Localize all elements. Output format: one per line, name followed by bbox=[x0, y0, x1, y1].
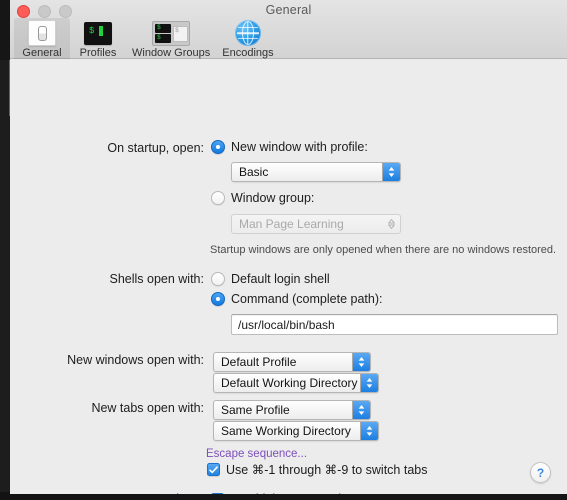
chevron-updown-icon bbox=[352, 401, 370, 419]
startup-window-group-radio-row[interactable]: Window group: bbox=[211, 191, 314, 205]
new-windows-profile-popup-value: Default Profile bbox=[221, 355, 297, 369]
toolbar-tab-encodings[interactable]: Encodings bbox=[216, 18, 279, 61]
radio-window-group[interactable] bbox=[211, 191, 225, 205]
radio-new-window-with-profile[interactable] bbox=[211, 140, 225, 154]
startup-profile-popup[interactable]: Basic bbox=[231, 162, 401, 182]
window-titlebar: General General $ Profiles $ $ $ Window … bbox=[10, 0, 567, 61]
new-windows-directory-popup[interactable]: Default Working Directory bbox=[213, 373, 379, 393]
switch-tabs-checkbox-row[interactable]: Use ⌘-1 through ⌘-9 to switch tabs bbox=[207, 462, 427, 477]
checkbox-use-cmd-1-through-9[interactable] bbox=[207, 463, 220, 476]
toolbar-tab-profiles[interactable]: $ Profiles bbox=[70, 18, 126, 61]
new-tabs-profile-popup-value: Same Profile bbox=[221, 403, 290, 417]
terminal-preferences-window: General General $ Profiles $ $ $ Window … bbox=[10, 0, 567, 494]
new-tabs-profile-popup[interactable]: Same Profile bbox=[213, 400, 371, 420]
shell-command-input-value: /usr/local/bin/bash bbox=[238, 317, 335, 332]
pointer-checkbox-row[interactable]: Use high-contrast I beam bbox=[211, 492, 370, 494]
shell-command-input[interactable]: /usr/local/bin/bash bbox=[231, 314, 558, 335]
new-tabs-directory-popup[interactable]: Same Working Directory bbox=[213, 421, 379, 441]
checkbox-high-contrast-i-beam-label: Use high-contrast I beam bbox=[230, 492, 370, 494]
radio-window-group-label: Window group: bbox=[231, 191, 315, 205]
general-window-icon bbox=[20, 20, 64, 46]
help-button[interactable]: ? bbox=[530, 462, 551, 483]
terminal-icon: $ bbox=[76, 20, 120, 46]
new-tabs-directory-popup-value: Same Working Directory bbox=[221, 424, 351, 438]
startup-label: On startup, open: bbox=[107, 141, 204, 155]
new-windows-directory-popup-value: Default Working Directory bbox=[221, 376, 358, 390]
globe-icon bbox=[222, 20, 273, 46]
startup-note: Startup windows are only opened when the… bbox=[210, 244, 557, 256]
startup-window-group-popup[interactable]: Man Page Learning bbox=[231, 214, 401, 234]
radio-default-login-shell-label: Default login shell bbox=[231, 272, 330, 286]
chevron-updown-icon-disabled bbox=[383, 215, 400, 233]
new-windows-label: New windows open with: bbox=[67, 353, 204, 367]
chevron-updown-icon bbox=[360, 374, 378, 392]
shells-default-login-radio-row[interactable]: Default login shell bbox=[211, 272, 330, 286]
startup-window-group-popup-value: Man Page Learning bbox=[239, 217, 344, 231]
new-tabs-label: New tabs open with: bbox=[91, 401, 204, 415]
radio-new-window-with-profile-label: New window with profile: bbox=[231, 140, 368, 154]
startup-new-window-radio-row[interactable]: New window with profile: bbox=[211, 140, 368, 154]
help-button-glyph: ? bbox=[536, 465, 545, 480]
shells-label: Shells open with: bbox=[109, 272, 204, 286]
startup-profile-popup-value: Basic bbox=[239, 165, 269, 179]
preferences-toolbar: General $ Profiles $ $ $ Window Groups E… bbox=[14, 18, 280, 61]
toolbar-tab-window-groups[interactable]: $ $ $ Window Groups bbox=[126, 18, 216, 61]
checkbox-use-cmd-1-through-9-label: Use ⌘-1 through ⌘-9 to switch tabs bbox=[226, 463, 428, 477]
radio-default-login-shell[interactable] bbox=[211, 272, 225, 286]
window-groups-icon: $ $ $ bbox=[132, 20, 210, 46]
window-title: General bbox=[265, 3, 312, 17]
chevron-updown-icon bbox=[360, 422, 378, 440]
radio-command-complete-path-label: Command (complete path): bbox=[231, 292, 383, 306]
radio-command-complete-path[interactable] bbox=[211, 292, 225, 306]
new-windows-profile-popup[interactable]: Default Profile bbox=[213, 352, 371, 372]
general-preferences-pane: On startup, open: New window with profil… bbox=[10, 59, 567, 494]
chevron-updown-icon bbox=[352, 353, 370, 371]
toolbar-tab-general[interactable]: General bbox=[14, 18, 70, 61]
chevron-updown-icon bbox=[382, 163, 400, 181]
escape-sequence-link[interactable]: Escape sequence... bbox=[206, 444, 307, 462]
checkbox-high-contrast-i-beam[interactable] bbox=[211, 492, 224, 494]
shells-command-radio-row[interactable]: Command (complete path): bbox=[211, 292, 382, 306]
pointer-label: Pointer: bbox=[94, 492, 204, 494]
